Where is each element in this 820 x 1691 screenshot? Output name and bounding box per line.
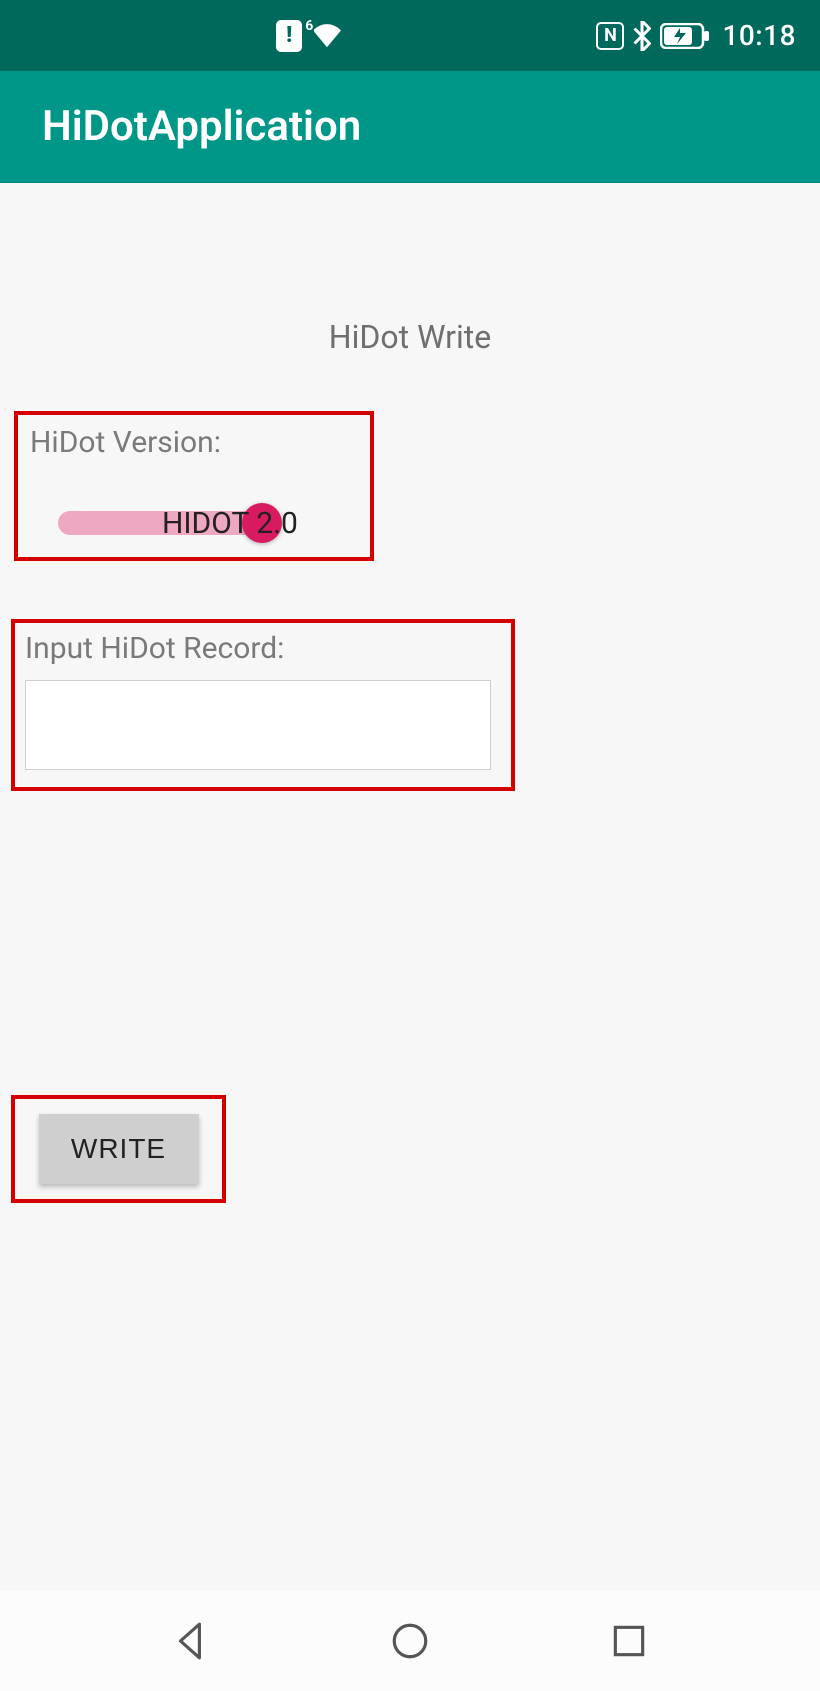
version-switch-label: HIDOT 2.0 xyxy=(162,506,298,541)
nav-back-button[interactable] xyxy=(163,1613,219,1669)
write-section-highlight: WRITE xyxy=(11,1095,226,1203)
version-switch-row: HIDOT 2.0 xyxy=(58,503,298,543)
battery-charging-icon xyxy=(660,23,710,49)
record-input[interactable] xyxy=(25,680,491,770)
record-section-highlight: Input HiDot Record: xyxy=(11,619,515,791)
app-bar: HiDotApplication xyxy=(0,71,820,183)
version-label: HiDot Version: xyxy=(30,425,358,460)
app-title: HiDotApplication xyxy=(42,102,361,151)
record-label: Input HiDot Record: xyxy=(25,631,501,666)
status-bar: ! 6 N 10:18 xyxy=(0,0,820,71)
status-clock: 10:18 xyxy=(722,19,796,52)
nfc-icon: N xyxy=(596,22,624,50)
content-area: HiDot Write HiDot Version: HIDOT 2.0 Inp… xyxy=(0,183,820,1591)
bluetooth-icon xyxy=(632,21,652,51)
system-nav-bar xyxy=(0,1591,820,1691)
wifi-band-badge: 6 xyxy=(304,18,314,34)
status-right-group: N 10:18 xyxy=(596,19,796,52)
nav-recent-button[interactable] xyxy=(601,1613,657,1669)
page-heading: HiDot Write xyxy=(0,318,820,356)
nav-home-button[interactable] xyxy=(382,1613,438,1669)
wifi-icon: 6 xyxy=(310,22,344,50)
status-left-group: ! 6 xyxy=(24,20,596,52)
version-section-highlight: HiDot Version: HIDOT 2.0 xyxy=(14,411,374,561)
write-button[interactable]: WRITE xyxy=(39,1114,199,1184)
sim-alert-icon: ! xyxy=(276,20,302,52)
